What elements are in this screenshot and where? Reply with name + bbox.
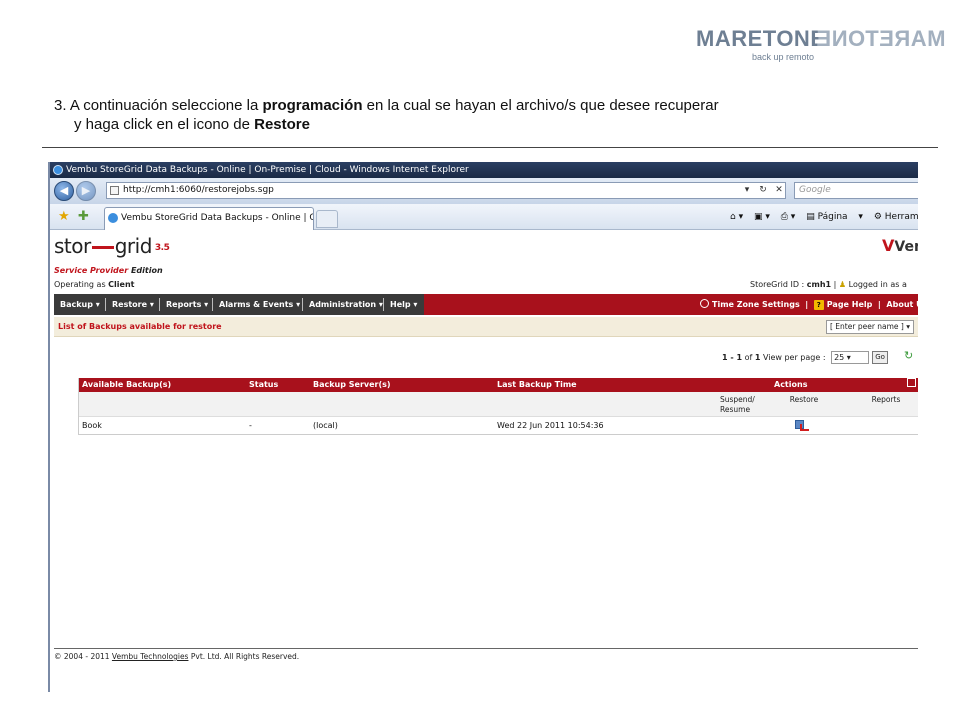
time-zone-link[interactable]: Time Zone Settings xyxy=(712,300,800,309)
url-input[interactable]: http://cmh1:6060/restorejobs.sgp xyxy=(106,182,786,199)
tools-menu[interactable]: ⚙ Herram xyxy=(874,212,918,222)
menu-help[interactable]: Help ▾ xyxy=(390,294,417,315)
url-text: http://cmh1:6060/restorejobs.sgp xyxy=(123,185,274,195)
logo-brand: MARETONE xyxy=(696,26,826,51)
version: 3.5 xyxy=(154,242,170,253)
divider xyxy=(42,147,938,148)
edition-label: Service Provider Edition xyxy=(54,266,163,275)
logo-mirror: MARETONE xyxy=(816,26,946,51)
menu-separator xyxy=(159,298,160,311)
page-help-link[interactable]: Page Help xyxy=(827,300,873,309)
list-header-bar: List of Backups available for restore [ … xyxy=(54,317,918,337)
menu-separator xyxy=(105,298,106,311)
menu-reports[interactable]: Reports ▾ xyxy=(166,294,208,315)
list-title: List of Backups available for restore xyxy=(58,322,222,331)
operating-as: Operating as Client xyxy=(54,280,135,289)
stop-icon[interactable]: ✕ xyxy=(772,182,786,198)
instruction-line2: y haga click en el icono de Restore xyxy=(54,115,914,134)
instruction-bold-programacion: programación xyxy=(262,97,363,114)
user-icon: ♟ xyxy=(838,280,847,289)
col-reports: Reports xyxy=(871,395,901,404)
col-suspend-resume: Suspend/Resume xyxy=(720,395,755,414)
cell-status: - xyxy=(249,421,252,430)
refresh-icon[interactable]: ↻ xyxy=(904,349,913,362)
vembu-v-icon: V xyxy=(882,236,895,255)
chevron-down-icon: ▾ xyxy=(906,322,911,331)
address-bar: ◀ ▶ http://cmh1:6060/restorejobs.sgp ▾ ↻ ✕… xyxy=(50,178,918,204)
about-us-link[interactable]: About Us xyxy=(886,300,918,309)
cell-backup: Book xyxy=(82,421,102,430)
page-icon xyxy=(110,186,119,195)
col-restore: Restore xyxy=(789,395,819,404)
refresh-icon[interactable]: ↻ xyxy=(756,182,770,198)
actions-subheader: Suspend/Resume Restore Reports xyxy=(79,392,918,417)
maretone-logo: MARETONE MARETONE back up remoto xyxy=(696,24,946,64)
user-info: StoreGrid ID : cmh1 | ♟ Logged in as a xyxy=(750,280,907,289)
page-menu[interactable]: ▤ Página ▾ xyxy=(806,212,863,222)
peer-select[interactable]: [ Enter peer name ] ▾ xyxy=(826,320,914,334)
pagination: 1 - 1 of 1 View per page : 25 ▾ Go xyxy=(722,351,889,364)
back-arrow-icon[interactable]: ◀ xyxy=(54,181,74,201)
restore-arrow-shape xyxy=(800,424,809,431)
cell-server: (local) xyxy=(313,421,338,430)
vembu-logo: VVem xyxy=(882,236,918,255)
logo-tagline: back up remoto xyxy=(752,52,815,62)
instruction-line2-prefix: y haga click en el icono de xyxy=(74,116,255,133)
new-tab-button[interactable] xyxy=(316,210,338,228)
menu-right-links: Time Zone Settings | ? Page Help | About … xyxy=(700,294,918,315)
browser-tab[interactable]: Vembu StoreGrid Data Backups - Online | … xyxy=(104,207,314,230)
menu-separator xyxy=(212,298,213,311)
tab-ie-icon xyxy=(108,213,118,223)
storegrid-page: stor grid 3.5 Service Provider Edition Ope… xyxy=(50,230,918,692)
home-icon[interactable]: ⌂ ▾ xyxy=(730,212,743,222)
command-bar: ⌂ ▾ ▣ ▾ ⎙ ▾ ▤ Página ▾ ⚙ Herram xyxy=(730,210,918,224)
favorites-bar: ★ ✚ Vembu StoreGrid Data Backups - Onlin… xyxy=(50,204,918,230)
browser-screenshot: Vembu StoreGrid Data Backups - Online | … xyxy=(48,162,918,692)
window-title: Vembu StoreGrid Data Backups - Online | … xyxy=(66,165,469,175)
instruction-prefix: 3. A continuación seleccione la xyxy=(54,97,263,114)
table-row: Book - (local) Wed 22 Jun 2011 10:54:36 xyxy=(79,417,918,434)
add-favorite-icon[interactable]: ✚ xyxy=(78,209,89,224)
per-page-select[interactable]: 25 ▾ xyxy=(831,351,870,364)
cell-last-time: Wed 22 Jun 2011 10:54:36 xyxy=(497,421,604,430)
menu-separator xyxy=(383,298,384,311)
menu-alarms-events[interactable]: Alarms & Events ▾ xyxy=(219,294,300,315)
ie-icon xyxy=(53,165,63,175)
go-button[interactable]: Go xyxy=(872,351,889,364)
restore-icon[interactable] xyxy=(795,420,809,431)
help-icon: ? xyxy=(813,300,824,310)
logo-stripe xyxy=(91,246,114,249)
forward-arrow-icon[interactable]: ▶ xyxy=(76,181,96,201)
tab-title: Vembu StoreGrid Data Backups - Online | … xyxy=(121,213,313,223)
menu-restore[interactable]: Restore ▾ xyxy=(112,294,154,315)
menu-administration[interactable]: Administration ▾ xyxy=(309,294,383,315)
menu-backup[interactable]: Backup ▾ xyxy=(60,294,100,315)
address-tools: ▾ ↻ ✕ xyxy=(740,182,788,198)
table-header: Available Backup(s) Status Backup Server… xyxy=(79,378,918,392)
search-input[interactable]: Google xyxy=(794,182,918,199)
dropdown-icon[interactable]: ▾ xyxy=(740,182,754,198)
col-last-backup-time: Last Backup Time xyxy=(497,380,577,389)
col-available-backups: Available Backup(s) xyxy=(82,380,172,389)
copyright-footer: © 2004 - 2011 Vembu Technologies Pvt. Lt… xyxy=(54,648,918,661)
col-backup-servers: Backup Server(s) xyxy=(313,380,391,389)
window-titlebar: Vembu StoreGrid Data Backups - Online | … xyxy=(50,162,918,178)
instruction-bold-restore: Restore xyxy=(254,116,310,133)
columns-icon[interactable] xyxy=(907,378,916,387)
print-icon[interactable]: ⎙ ▾ xyxy=(781,212,796,222)
clock-icon xyxy=(700,299,709,308)
instruction-middle: en la cual se hayan el archivo/s que des… xyxy=(362,97,719,114)
backups-table: Available Backup(s) Status Backup Server… xyxy=(78,378,918,435)
menu-separator xyxy=(302,298,303,311)
col-status: Status xyxy=(249,380,279,389)
feeds-icon[interactable]: ▣ ▾ xyxy=(754,212,770,222)
storegrid-logo: stor grid 3.5 xyxy=(54,234,170,258)
col-actions: Actions xyxy=(774,380,808,389)
vembu-link[interactable]: Vembu Technologies xyxy=(112,652,189,661)
main-menu: Backup ▾ Restore ▾ Reports ▾ Alarms & Ev… xyxy=(54,294,918,315)
favorites-star-icon[interactable]: ★ xyxy=(58,209,70,224)
instruction-text: 3. A continuación seleccione la programa… xyxy=(54,96,914,134)
